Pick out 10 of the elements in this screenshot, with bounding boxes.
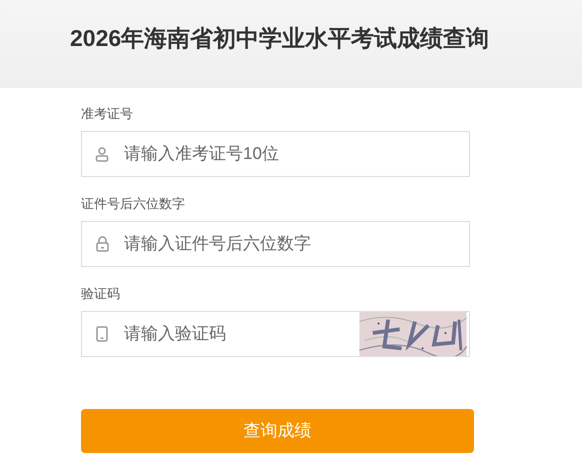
page-title: 2026年海南省初中学业水平考试成绩查询: [70, 24, 490, 53]
field-label: 准考证号: [81, 105, 133, 123]
field-label: 验证码: [81, 285, 120, 303]
phone-icon: [96, 326, 108, 342]
lock-icon: [96, 236, 108, 252]
submit-button[interactable]: 查询成绩: [81, 409, 474, 453]
input-field[interactable]: 请输入准考证号10位: [81, 131, 470, 177]
input-field[interactable]: 请输入证件号后六位数字: [81, 221, 470, 267]
field-label: 证件号后六位数字: [81, 195, 185, 213]
person-icon: [95, 146, 109, 162]
